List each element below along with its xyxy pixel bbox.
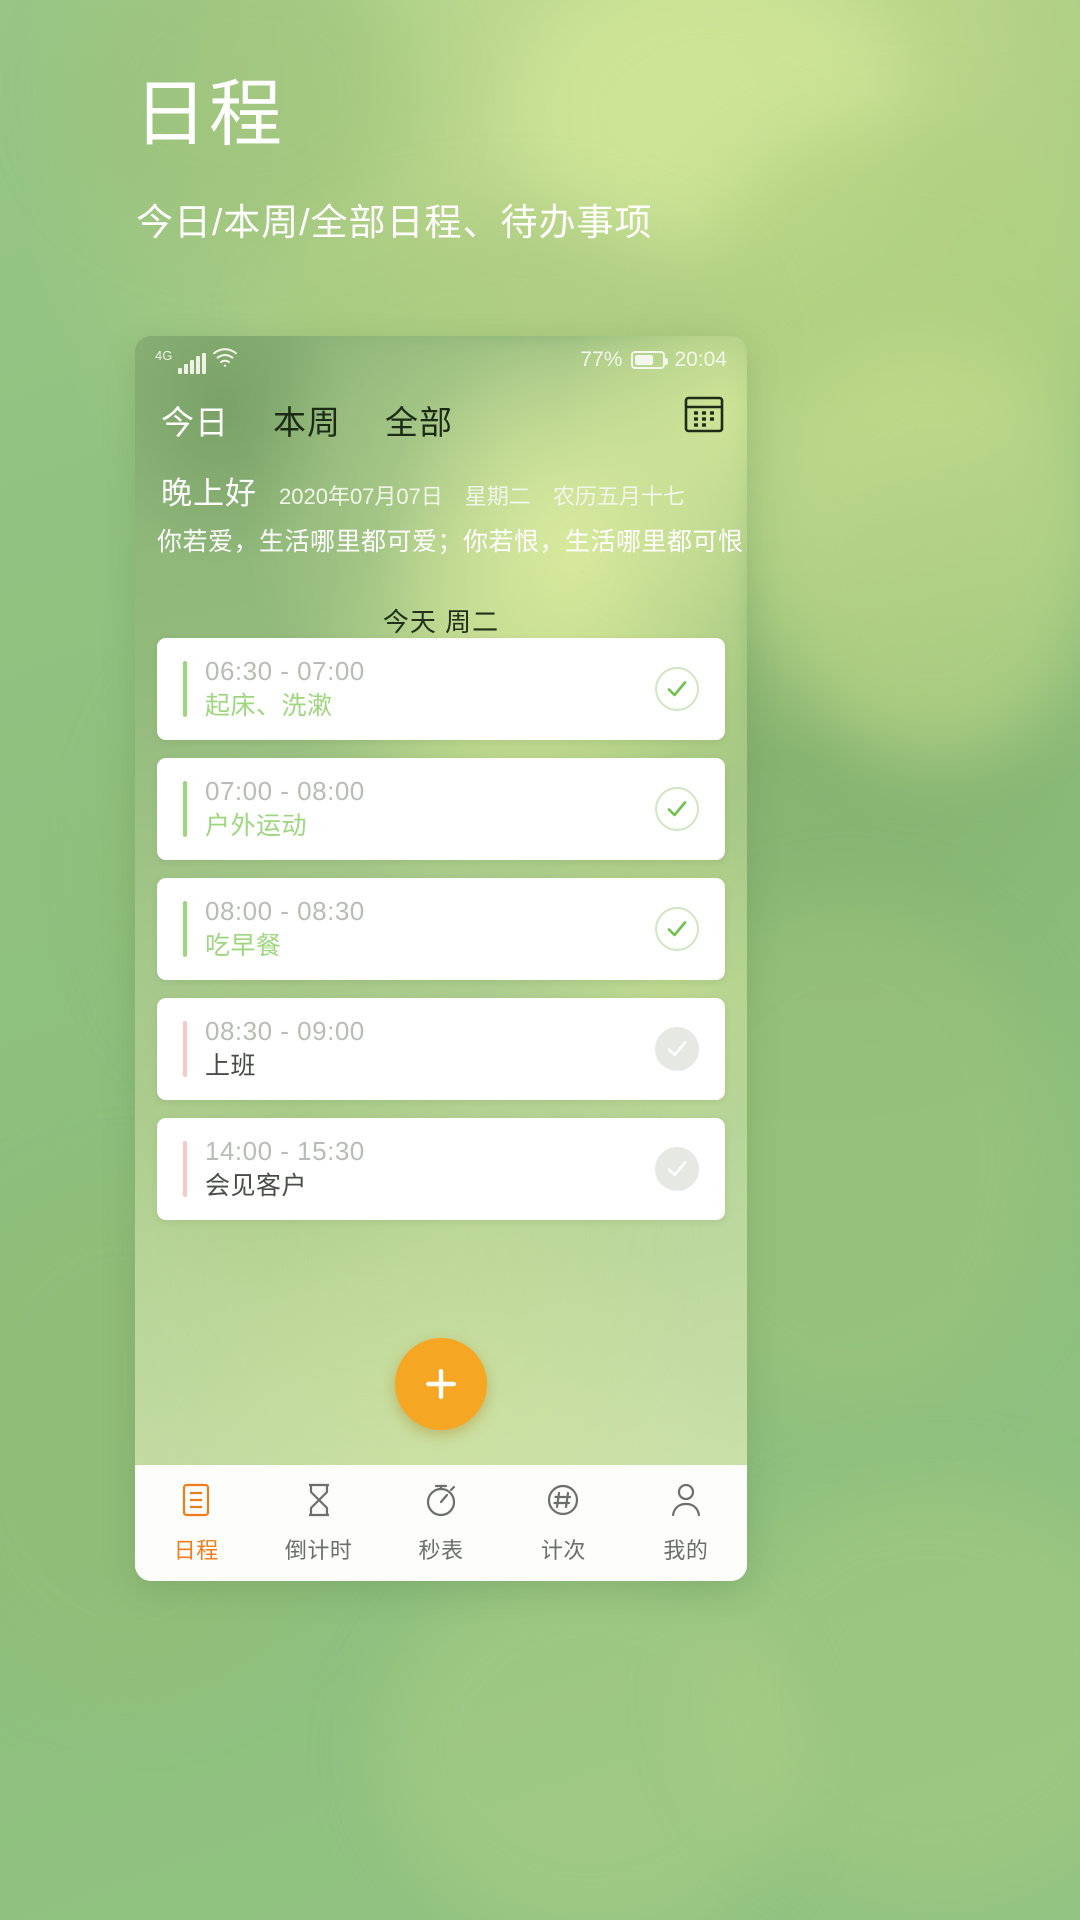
task-row[interactable]: 06:30 - 07:00 起床、洗漱 [157, 638, 725, 740]
nav-label: 秒表 [418, 1538, 464, 1563]
bottom-navigation: 日程 倒计时 秒表 计次 我的 [135, 1465, 747, 1581]
task-color-bar [183, 1021, 187, 1077]
status-bar: 4G 77% 20:04 [135, 336, 747, 384]
signal-strength-icon [178, 353, 207, 374]
battery-percent-label: 77% [580, 348, 623, 371]
nav-item-countdown[interactable]: 倒计时 [257, 1481, 379, 1565]
daily-quote: 你若爱，生活哪里都可爱；你若恨，生活哪里都可恨 [157, 528, 744, 556]
task-check-icon[interactable] [655, 787, 699, 831]
task-row[interactable]: 08:30 - 09:00 上班 [157, 998, 725, 1100]
task-time: 07:00 - 08:00 [205, 776, 365, 807]
wifi-icon [212, 346, 238, 374]
page-root: 日程 今日/本周/全部日程、待办事项 4G 77% 20:04 今日 本周 全部… [0, 0, 1080, 1920]
phone-mockup: 4G 77% 20:04 今日 本周 全部 晚上好 2020年07月07日 星期… [135, 336, 747, 1581]
task-text: 08:00 - 08:30 吃早餐 [205, 896, 655, 962]
network-type-label: 4G [155, 348, 173, 363]
task-time: 08:00 - 08:30 [205, 896, 365, 927]
person-icon [667, 1481, 705, 1524]
task-text: 14:00 - 15:30 会见客户 [205, 1136, 655, 1202]
task-name: 会见客户 [205, 1171, 308, 1200]
task-check-icon[interactable] [655, 1027, 699, 1071]
greeting-weekday: 星期二 [464, 484, 531, 509]
status-bar-left: 4G [155, 346, 238, 374]
battery-icon [631, 351, 669, 369]
add-task-button[interactable] [395, 1338, 487, 1430]
nav-item-counter[interactable]: 计次 [502, 1481, 624, 1565]
hourglass-icon [300, 1481, 338, 1524]
calendar-icon[interactable] [683, 392, 725, 434]
nav-label: 计次 [540, 1538, 586, 1563]
task-check-icon[interactable] [655, 907, 699, 951]
task-color-bar [183, 781, 187, 837]
task-color-bar [183, 901, 187, 957]
task-text: 08:30 - 09:00 上班 [205, 1016, 655, 1082]
nav-label: 倒计时 [284, 1538, 353, 1563]
schedule-icon [177, 1481, 215, 1524]
task-time: 06:30 - 07:00 [205, 656, 365, 687]
nav-label: 日程 [173, 1538, 219, 1563]
tab-bar: 今日 本周 全部 [135, 384, 747, 456]
task-color-bar [183, 661, 187, 717]
tab-all[interactable]: 全部 [385, 396, 453, 444]
tab-today[interactable]: 今日 [161, 396, 229, 444]
task-name: 吃早餐 [205, 931, 282, 960]
page-subtitle: 今日/本周/全部日程、待办事项 [136, 202, 653, 243]
nav-item-stopwatch[interactable]: 秒表 [380, 1481, 502, 1565]
clock-label: 20:04 [674, 348, 727, 371]
nav-label: 我的 [663, 1538, 709, 1563]
greeting-lunar-date: 农历五月十七 [552, 484, 685, 509]
task-check-icon[interactable] [655, 667, 699, 711]
task-time: 14:00 - 15:30 [205, 1136, 365, 1167]
greeting-date: 2020年07月07日 [279, 484, 443, 509]
task-row[interactable]: 07:00 - 08:00 户外运动 [157, 758, 725, 860]
task-list: 06:30 - 07:00 起床、洗漱 07:00 - 08:00 户外运动 0… [135, 638, 747, 1238]
task-name: 起床、洗漱 [205, 691, 333, 720]
counter-icon [544, 1481, 582, 1524]
greeting-row: 晚上好 2020年07月07日 星期二 农历五月十七 [161, 468, 727, 513]
greeting-text: 晚上好 [161, 476, 257, 511]
task-text: 07:00 - 08:00 户外运动 [205, 776, 655, 842]
nav-item-profile[interactable]: 我的 [625, 1481, 747, 1565]
status-bar-right: 77% 20:04 [580, 348, 727, 372]
task-check-icon[interactable] [655, 1147, 699, 1191]
task-row[interactable]: 08:00 - 08:30 吃早餐 [157, 878, 725, 980]
stopwatch-icon [422, 1481, 460, 1524]
task-row[interactable]: 14:00 - 15:30 会见客户 [157, 1118, 725, 1220]
task-color-bar [183, 1141, 187, 1197]
day-section-label: 今天 周二 [382, 607, 500, 637]
page-title: 日程 [134, 74, 284, 155]
task-text: 06:30 - 07:00 起床、洗漱 [205, 656, 655, 722]
task-name: 上班 [205, 1051, 257, 1080]
tab-this-week[interactable]: 本周 [273, 396, 341, 444]
task-name: 户外运动 [205, 811, 308, 840]
task-time: 08:30 - 09:00 [205, 1016, 365, 1047]
nav-item-schedule[interactable]: 日程 [135, 1481, 257, 1565]
